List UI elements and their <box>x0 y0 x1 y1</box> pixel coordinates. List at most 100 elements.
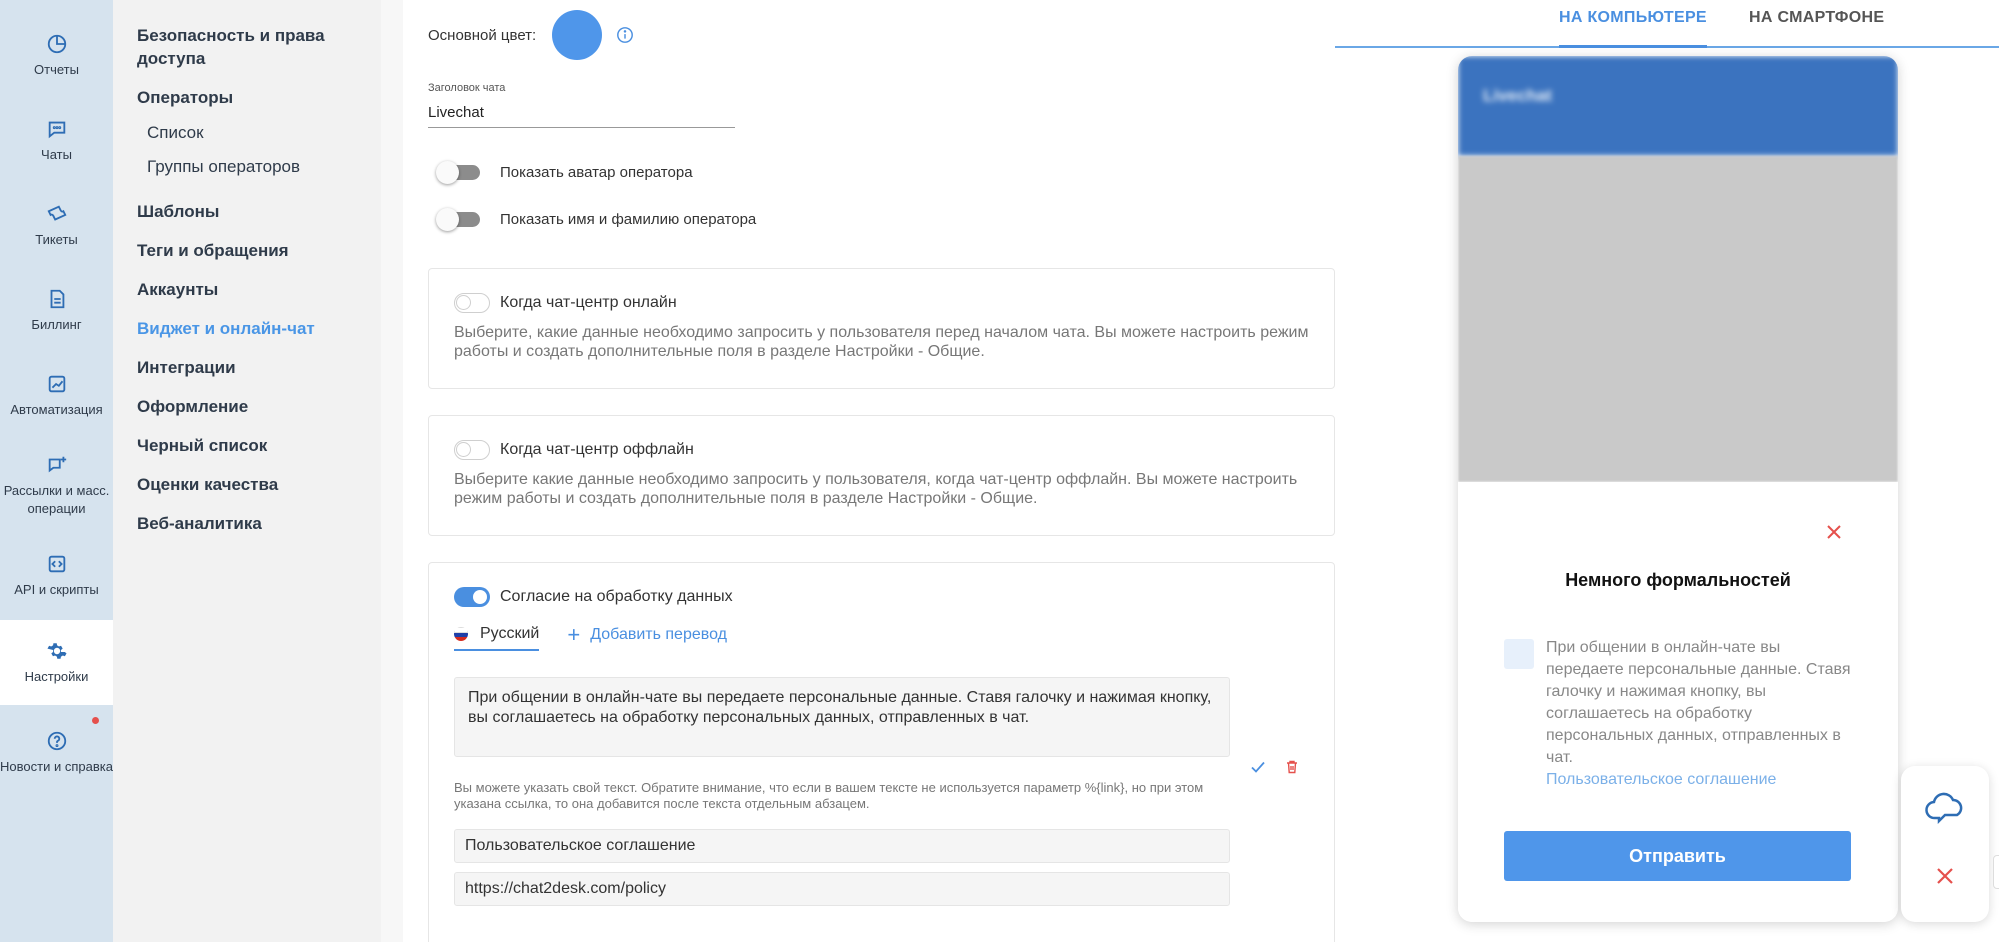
help-icon <box>47 731 66 750</box>
chat-title-input[interactable] <box>428 94 735 128</box>
modal-policy-link[interactable]: Пользовательское соглашение <box>1546 769 1856 791</box>
divider-strip <box>381 0 403 942</box>
rail-item-chats[interactable]: Чаты <box>0 98 113 183</box>
invoice-icon <box>50 289 64 308</box>
offline-toggle[interactable] <box>454 440 490 460</box>
notification-dot <box>92 717 99 724</box>
add-translation-label: Добавить перевод <box>590 626 727 643</box>
rail-item-tickets[interactable]: Тикеты <box>0 183 113 268</box>
preview-chat-area <box>1458 156 1898 482</box>
modal-text-block: При общении в онлайн-чате вы передаете п… <box>1546 637 1856 791</box>
preview-header: Livechat <box>1458 56 1898 156</box>
show-name-toggle[interactable] <box>436 208 484 231</box>
show-name-row: Показать имя и фамилию оператора <box>436 208 757 231</box>
preview-header-title: Livechat <box>1483 86 1552 105</box>
nav-sub-operator-groups[interactable]: Группы операторов <box>113 155 381 178</box>
info-icon[interactable] <box>616 26 634 44</box>
rail-item-automation[interactable]: Автоматизация <box>0 353 113 438</box>
plus-icon: + <box>567 622 581 647</box>
main-color-swatch[interactable] <box>552 10 603 60</box>
nav-item-design[interactable]: Оформление <box>113 395 381 418</box>
consent-hint: Вы можете указать свой текст. Обратите в… <box>454 780 1204 811</box>
rail-item-api[interactable]: API и скрипты <box>0 533 113 618</box>
nav-item-templates[interactable]: Шаблоны <box>113 200 381 223</box>
consent-card: Согласие на обработку данных Русский + Д… <box>428 562 1335 942</box>
add-translation-button[interactable]: + Добавить перевод <box>567 622 727 650</box>
nav-item-operators[interactable]: Операторы <box>113 86 381 109</box>
offline-card: Когда чат-центр оффлайн Выберите какие д… <box>428 415 1335 536</box>
language-tabs: Русский + Добавить перевод <box>454 622 1309 651</box>
show-name-label: Показать имя и фамилию оператора <box>500 210 757 228</box>
offline-description: Выберите какие данные необходимо запроси… <box>454 471 1298 507</box>
consent-row-actions <box>1250 759 1318 775</box>
russian-flag-icon <box>454 627 468 641</box>
consent-toggle[interactable] <box>454 587 490 607</box>
nav-sub-operators-list[interactable]: Список <box>113 121 381 144</box>
pie-chart-icon <box>47 34 66 53</box>
rail-label: Тикеты <box>35 231 78 247</box>
icon-rail: Отчеты Чаты Тикеты Биллинг Автоматизация… <box>0 0 113 942</box>
settings-nav: Безопасность и права доступа Операторы С… <box>113 0 381 942</box>
tab-language-ru[interactable]: Русский <box>454 625 540 651</box>
broadcast-icon <box>48 456 66 472</box>
chat-title-label: Заголовок чата <box>428 82 506 94</box>
nav-group-operators: Операторы Список Группы операторов <box>113 86 381 178</box>
rail-item-settings[interactable]: Настройки <box>0 620 113 705</box>
consent-title: Согласие на обработку данных <box>500 588 733 605</box>
nav-item-security[interactable]: Безопасность и права доступа <box>113 24 381 70</box>
code-icon <box>48 555 65 572</box>
nav-item-accounts[interactable]: Аккаунты <box>113 278 381 301</box>
link-url-input[interactable] <box>454 872 1230 906</box>
chat-launcher <box>1901 766 1989 922</box>
rail-label: Настройки <box>24 668 89 684</box>
rail-item-broadcasts[interactable]: Рассылки и масс. операции <box>0 438 113 533</box>
rail-item-news[interactable]: Новости и справка <box>0 705 113 800</box>
close-launcher-icon[interactable] <box>1935 866 1955 886</box>
rail-label: Чаты <box>41 146 72 162</box>
chat-title-field: Заголовок чата <box>428 82 735 128</box>
online-card: Когда чат-центр онлайн Выберите, какие д… <box>428 268 1335 389</box>
edge-handle[interactable] <box>1993 855 1999 889</box>
tab-mobile[interactable]: НА СМАРТФОНЕ <box>1749 9 1884 45</box>
nav-item-integrations[interactable]: Интеграции <box>113 356 381 379</box>
trash-icon[interactable] <box>1284 759 1300 775</box>
close-icon[interactable] <box>1824 522 1844 542</box>
nav-item-blacklist[interactable]: Черный список <box>113 434 381 457</box>
nav-item-widget[interactable]: Виджет и онлайн-чат <box>113 317 381 340</box>
preview-tabs: НА КОМПЬЮТЕРЕ НА СМАРТФОНЕ <box>1335 0 1999 48</box>
preview-window: Livechat Немного формальностей При общен… <box>1458 56 1898 922</box>
rail-label: Рассылки и масс. операции <box>3 482 110 516</box>
rail-item-billing[interactable]: Биллинг <box>0 268 113 353</box>
consent-text-input[interactable] <box>454 677 1230 757</box>
rail-label: Автоматизация <box>10 401 103 417</box>
show-avatar-toggle[interactable] <box>436 161 484 184</box>
rail-label: API и скрипты <box>14 581 99 597</box>
main-color-label: Основной цвет: <box>428 26 537 44</box>
check-icon[interactable] <box>1250 759 1266 775</box>
rail-item-reports[interactable]: Отчеты <box>0 13 113 98</box>
online-title: Когда чат-центр онлайн <box>500 294 677 311</box>
link-text-input[interactable] <box>454 829 1230 863</box>
trend-icon <box>48 375 65 392</box>
main-color-row: Основной цвет: <box>428 10 634 60</box>
send-button[interactable]: Отправить <box>1504 831 1851 881</box>
consent-modal: Немного формальностей При общении в онла… <box>1458 482 1898 922</box>
chat-cloud-icon[interactable] <box>1923 788 1967 832</box>
show-avatar-label: Показать аватар оператора <box>500 163 693 181</box>
nav-item-ratings[interactable]: Оценки качества <box>113 473 381 496</box>
offline-title: Когда чат-центр оффлайн <box>500 441 694 458</box>
chat-bubble-icon <box>48 121 65 138</box>
rail-label: Биллинг <box>31 316 82 332</box>
consent-checkbox[interactable] <box>1504 639 1534 669</box>
widget-preview: НА КОМПЬЮТЕРЕ НА СМАРТФОНЕ Livechat Немн… <box>1335 0 1999 942</box>
rail-label: Отчеты <box>34 61 79 77</box>
tab-desktop[interactable]: НА КОМПЬЮТЕРЕ <box>1559 9 1707 48</box>
nav-item-tags[interactable]: Теги и обращения <box>113 239 381 262</box>
modal-title: Немного формальностей <box>1565 570 1791 590</box>
language-ru-label: Русский <box>480 625 540 642</box>
gear-icon <box>46 642 67 659</box>
online-description: Выберите, какие данные необходимо запрос… <box>454 324 1309 360</box>
online-toggle[interactable] <box>454 293 490 313</box>
ticket-icon <box>47 204 66 221</box>
nav-item-analytics[interactable]: Веб-аналитика <box>113 512 381 535</box>
